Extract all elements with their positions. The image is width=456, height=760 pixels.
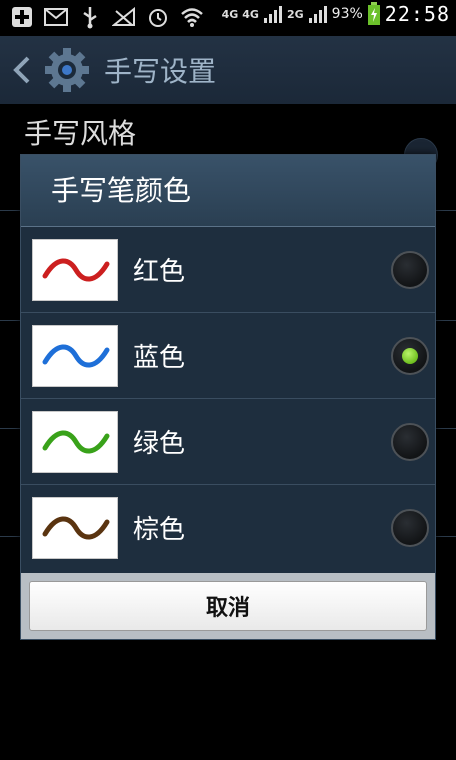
dialog-footer: 取消 <box>21 573 435 639</box>
color-option-green[interactable]: 绿色 <box>21 399 435 485</box>
back-button[interactable] <box>8 54 36 86</box>
radio-button[interactable] <box>391 509 429 547</box>
clock: 22:58 <box>384 2 450 26</box>
signal-icon <box>308 6 327 23</box>
usb-icon <box>78 4 102 30</box>
color-option-blue[interactable]: 蓝色 <box>21 313 435 399</box>
system-status: 4G 4G 2G 93% 22:58 <box>222 2 450 26</box>
radio-button[interactable] <box>391 251 429 289</box>
cancel-button[interactable]: 取消 <box>29 581 427 631</box>
network-type-label: 2G <box>286 7 304 21</box>
pen-color-dialog: 手写笔颜色 红色 蓝色 绿色 棕色 取消 <box>20 154 436 640</box>
status-bar: 4G 4G 2G 93% 22:58 <box>0 0 456 36</box>
radio-button[interactable] <box>391 423 429 461</box>
app-header: 手写设置 <box>0 36 456 104</box>
battery-percent: 93% <box>331 6 363 22</box>
color-option-brown[interactable]: 棕色 <box>21 485 435 571</box>
green-stroke-swatch <box>32 411 118 473</box>
color-option-label: 棕色 <box>133 515 186 545</box>
dialog-header: 手写笔颜色 <box>21 155 435 227</box>
color-option-label: 红色 <box>133 257 186 287</box>
wifi-icon <box>180 4 204 30</box>
color-option-label: 绿色 <box>133 429 186 459</box>
color-option-label: 蓝色 <box>133 343 186 373</box>
network-type-label: 4G <box>242 7 259 21</box>
notification-icons <box>10 4 204 30</box>
color-option-red[interactable]: 红色 <box>21 227 435 313</box>
add-notification-icon <box>10 4 34 30</box>
page-title: 手写设置 <box>104 55 217 88</box>
settings-item-handwriting-style[interactable]: 手写风格 <box>24 112 136 152</box>
signal-icon <box>263 6 282 23</box>
chevron-left-icon <box>13 56 30 84</box>
alarm-icon <box>146 4 170 30</box>
red-stroke-swatch <box>32 239 118 301</box>
no-signal-icon <box>112 4 136 30</box>
dialog-title: 手写笔颜色 <box>51 174 192 207</box>
mail-icon <box>44 4 68 30</box>
network-type-label: 4G <box>221 7 239 21</box>
blue-stroke-swatch <box>32 325 118 387</box>
brown-stroke-swatch <box>32 497 118 559</box>
radio-button-selected[interactable] <box>391 337 429 375</box>
settings-gear-icon <box>44 47 90 93</box>
battery-charging-icon <box>367 2 380 25</box>
